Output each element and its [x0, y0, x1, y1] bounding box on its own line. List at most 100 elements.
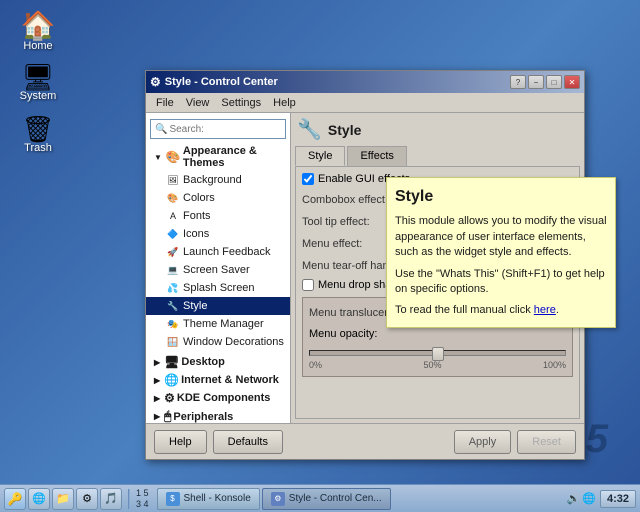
left-buttons: Help Defaults: [154, 430, 283, 454]
sidebar-section-kde[interactable]: ▶ ⚙ KDE Components: [146, 389, 290, 407]
task-shell-icon: $: [166, 492, 180, 506]
kde-expand-icon: ▶: [154, 394, 160, 403]
sidebar-item-colors[interactable]: 🎨Colors: [146, 189, 290, 207]
clock: 4:32: [600, 490, 636, 508]
content-area: 🔍 ▼ 🎨 Appearance & Themes 🖼Background 🎨C…: [146, 113, 584, 423]
desktop-section-icon: 🖥: [164, 355, 179, 369]
desktop-icon-trash[interactable]: 🗑 Trash: [8, 112, 68, 158]
task-count: 1 5 3 4: [132, 488, 153, 510]
k-menu-btn[interactable]: 🔑: [4, 488, 26, 510]
bottom-bar: Help Defaults Apply Reset: [146, 423, 584, 459]
opacity-slider-track[interactable]: [309, 350, 566, 356]
drop-shadow-checkbox[interactable]: [302, 279, 314, 291]
tab-style[interactable]: Style: [295, 146, 345, 166]
background-icon: 🖼: [166, 173, 180, 187]
home-label: Home: [23, 40, 52, 52]
sidebar-item-background[interactable]: 🖼Background: [146, 171, 290, 189]
taskbar-icon-1[interactable]: 🌐: [28, 488, 50, 510]
screen-saver-icon: 💻: [166, 263, 180, 277]
help-button[interactable]: Help: [154, 430, 207, 454]
task-shell[interactable]: $ Shell - Konsole: [157, 488, 260, 510]
sidebar-item-splash-screen[interactable]: 💦Splash Screen: [146, 279, 290, 297]
main-panel: 🔧 Style Style Effects Enable GUI effects…: [291, 113, 584, 423]
window-title-icon: ⚙: [150, 75, 161, 89]
taskbar: 🔑 🌐 📁 ⚙ 🎵 1 5 3 4 $ Shell - Konsole ⚙ St…: [0, 484, 640, 512]
search-icon: 🔍: [155, 124, 167, 135]
menu-help[interactable]: Help: [267, 95, 302, 111]
desktop-icon-system[interactable]: 🖥 System: [8, 60, 68, 106]
panel-icon: 🔧: [297, 117, 322, 142]
system-label: System: [20, 90, 57, 102]
trash-label: Trash: [24, 142, 52, 154]
system-tray: 🔊 🌐: [567, 492, 596, 505]
tray-icon-1: 🔊: [567, 492, 581, 505]
minimize-btn[interactable]: −: [528, 75, 544, 89]
taskbar-divider: [128, 489, 130, 509]
theme-icon: 🎭: [166, 317, 180, 331]
taskbar-icon-3[interactable]: ⚙: [76, 488, 98, 510]
search-box: 🔍: [150, 119, 286, 139]
task-control[interactable]: ⚙ Style - Control Cen...: [262, 488, 391, 510]
icons-icon: 🔷: [166, 227, 180, 241]
taskbar-right: 🔊 🌐 4:32: [563, 490, 640, 508]
sidebar-item-screen-saver[interactable]: 💻Screen Saver: [146, 261, 290, 279]
opacity-row: Menu opacity:: [309, 328, 566, 340]
search-input[interactable]: [169, 124, 281, 135]
info-box-para3: To read the full manual click here.: [395, 303, 607, 318]
taskbar-icon-2[interactable]: 📁: [52, 488, 74, 510]
periph-section-label: Peripherals: [173, 411, 233, 423]
slider-labels: 0% 50% 100%: [309, 360, 566, 370]
info-box: Style This module allows you to modify t…: [386, 177, 616, 328]
sidebar-section-peripherals[interactable]: ▶ 🖱 Peripherals: [146, 407, 290, 423]
sidebar-item-theme-manager[interactable]: 🎭Theme Manager: [146, 315, 290, 333]
sidebar-section-desktop[interactable]: ▶ 🖥 Desktop: [146, 353, 290, 371]
window-controls: ? − □ ✕: [510, 75, 580, 89]
help-btn[interactable]: ?: [510, 75, 526, 89]
defaults-button[interactable]: Defaults: [213, 430, 283, 454]
taskbar-icon-4[interactable]: 🎵: [100, 488, 122, 510]
enable-gui-checkbox[interactable]: [302, 173, 314, 185]
sidebar-item-style[interactable]: 🔧Style: [146, 297, 290, 315]
trash-icon: 🗑: [21, 116, 54, 142]
internet-expand-icon: ▶: [154, 376, 160, 385]
menu-file[interactable]: File: [150, 95, 180, 111]
tab-effects[interactable]: Effects: [347, 146, 406, 166]
tab-bar: Style Effects: [291, 142, 584, 166]
menu-settings[interactable]: Settings: [215, 95, 267, 111]
control-center-window: ⚙ Style - Control Center ? − □ ✕ File Vi…: [145, 70, 585, 460]
maximize-btn[interactable]: □: [546, 75, 562, 89]
apply-button[interactable]: Apply: [454, 430, 512, 454]
menu-view[interactable]: View: [180, 95, 216, 111]
taskbar-tasks: $ Shell - Konsole ⚙ Style - Control Cen.…: [153, 488, 563, 510]
sidebar-item-icons[interactable]: 🔷Icons: [146, 225, 290, 243]
periph-expand-icon: ▶: [154, 412, 160, 421]
taskbar-left: 🔑 🌐 📁 ⚙ 🎵: [0, 488, 126, 510]
info-box-link[interactable]: here: [534, 304, 556, 316]
sidebar-section-appearance[interactable]: ▼ 🎨 Appearance & Themes: [146, 143, 290, 171]
internet-section-icon: 🌐: [164, 373, 179, 387]
slider-thumb[interactable]: [432, 347, 444, 361]
task-shell-label: Shell - Konsole: [184, 493, 251, 504]
kde-section-label: KDE Components: [177, 392, 271, 404]
menubar: File View Settings Help: [146, 93, 584, 113]
section-icon: 🎨: [166, 150, 181, 164]
periph-section-icon: 🖱: [164, 409, 171, 423]
desktop-section-label: Desktop: [181, 356, 224, 368]
info-box-para3-suffix: .: [556, 304, 559, 316]
tray-icon-2: 🌐: [582, 492, 596, 505]
info-box-para3-prefix: To read the full manual click: [395, 304, 534, 316]
sidebar-item-launch-feedback[interactable]: 🚀Launch Feedback: [146, 243, 290, 261]
task-control-icon: ⚙: [271, 492, 285, 506]
info-box-para2: Use the "Whats This" (Shift+F1) to get h…: [395, 267, 607, 298]
sidebar-section-internet[interactable]: ▶ 🌐 Internet & Network: [146, 371, 290, 389]
sidebar-item-window-decorations[interactable]: 🪟Window Decorations: [146, 333, 290, 351]
window-titlebar: ⚙ Style - Control Center ? − □ ✕: [146, 71, 584, 93]
close-btn[interactable]: ✕: [564, 75, 580, 89]
sidebar-item-fonts[interactable]: AFonts: [146, 207, 290, 225]
reset-button[interactable]: Reset: [517, 430, 576, 454]
window-title: ⚙ Style - Control Center: [150, 75, 278, 89]
desktop-icon-home[interactable]: 🏠 Home: [8, 8, 68, 56]
panel-title: Style: [328, 122, 361, 138]
launch-icon: 🚀: [166, 245, 180, 259]
settings-panel: Enable GUI effects Combobox effect: Anim…: [295, 166, 580, 419]
